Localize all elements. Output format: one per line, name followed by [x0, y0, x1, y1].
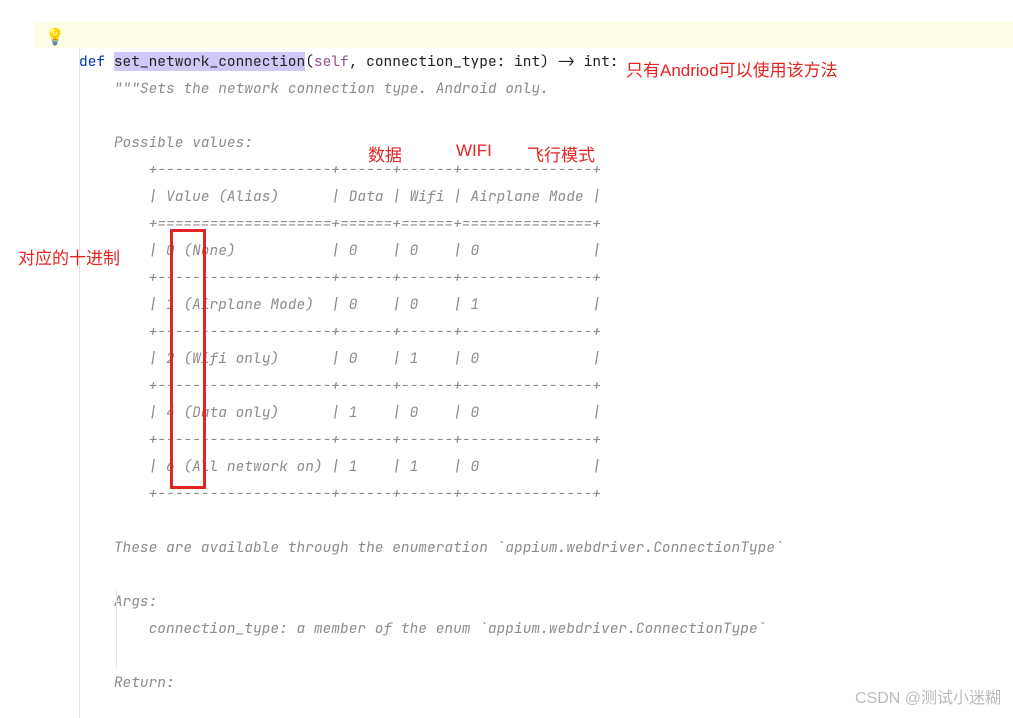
param-connection-type: connection_type	[366, 52, 497, 71]
annotation-data-column: 数据	[368, 141, 402, 166]
annotation-airplane-column: 飞行模式	[527, 141, 595, 166]
editor-gutter	[0, 0, 35, 718]
self-param: self	[314, 52, 349, 71]
watermark: CSDN @测试小迷糊	[855, 684, 1001, 708]
code-editor: def set_network_connection(self, connect…	[0, 0, 1013, 718]
lightbulb-icon[interactable]: 💡	[45, 26, 65, 47]
function-name: set_network_connection	[114, 52, 305, 71]
red-highlight-box	[170, 229, 206, 489]
annotation-decimal-label: 对应的十进制	[18, 244, 120, 269]
annotation-wifi-column: WIFI	[456, 141, 492, 161]
annotation-android-only: 只有Andriod可以使用该方法	[626, 56, 838, 81]
keyword-def: def	[79, 52, 105, 71]
